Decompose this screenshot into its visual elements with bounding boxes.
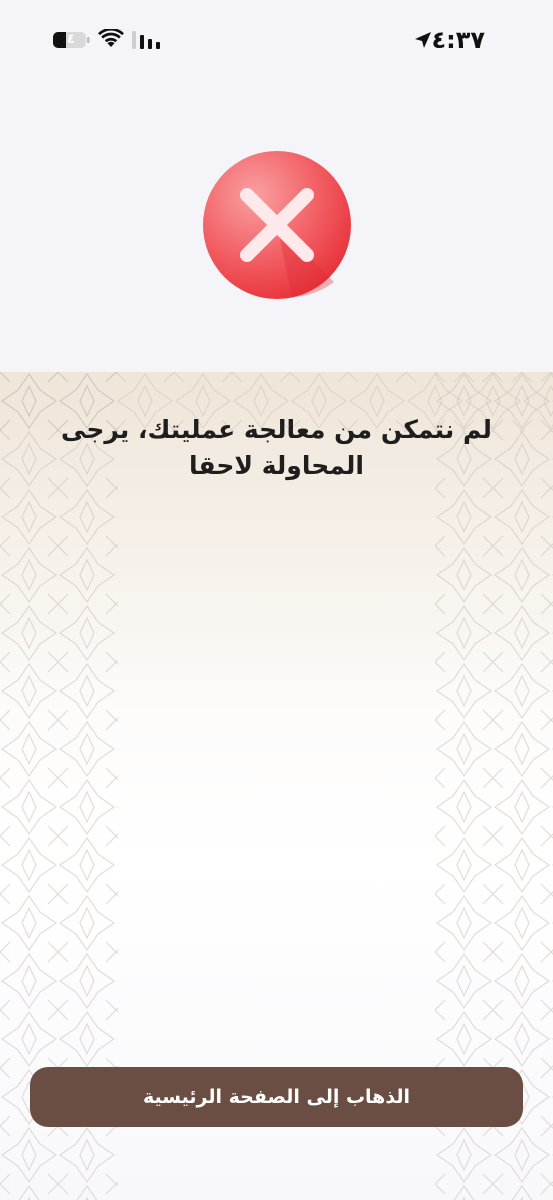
cellular-signal-icon (132, 31, 160, 49)
battery-icon: ٤ (52, 30, 90, 50)
location-arrow-icon (415, 32, 431, 48)
error-x-icon (203, 151, 351, 299)
battery-level: ٤ (67, 32, 75, 47)
go-home-button[interactable]: الذهاب إلى الصفحة الرئيسية (30, 1067, 523, 1127)
status-time: ٤:٣٧ (431, 26, 485, 54)
wifi-icon (98, 29, 124, 47)
payment-failed-screen: ٤:٣٧ ٤ لم نتمكن من معالجة عمليتك، يرجى ا… (0, 0, 553, 1200)
content-panel: لم نتمكن من معالجة عمليتك، يرجى المحاولة… (0, 372, 553, 1200)
error-message: لم نتمكن من معالجة عمليتك، يرجى المحاولة… (61, 415, 492, 480)
status-bar: ٤:٣٧ ٤ (0, 0, 553, 80)
